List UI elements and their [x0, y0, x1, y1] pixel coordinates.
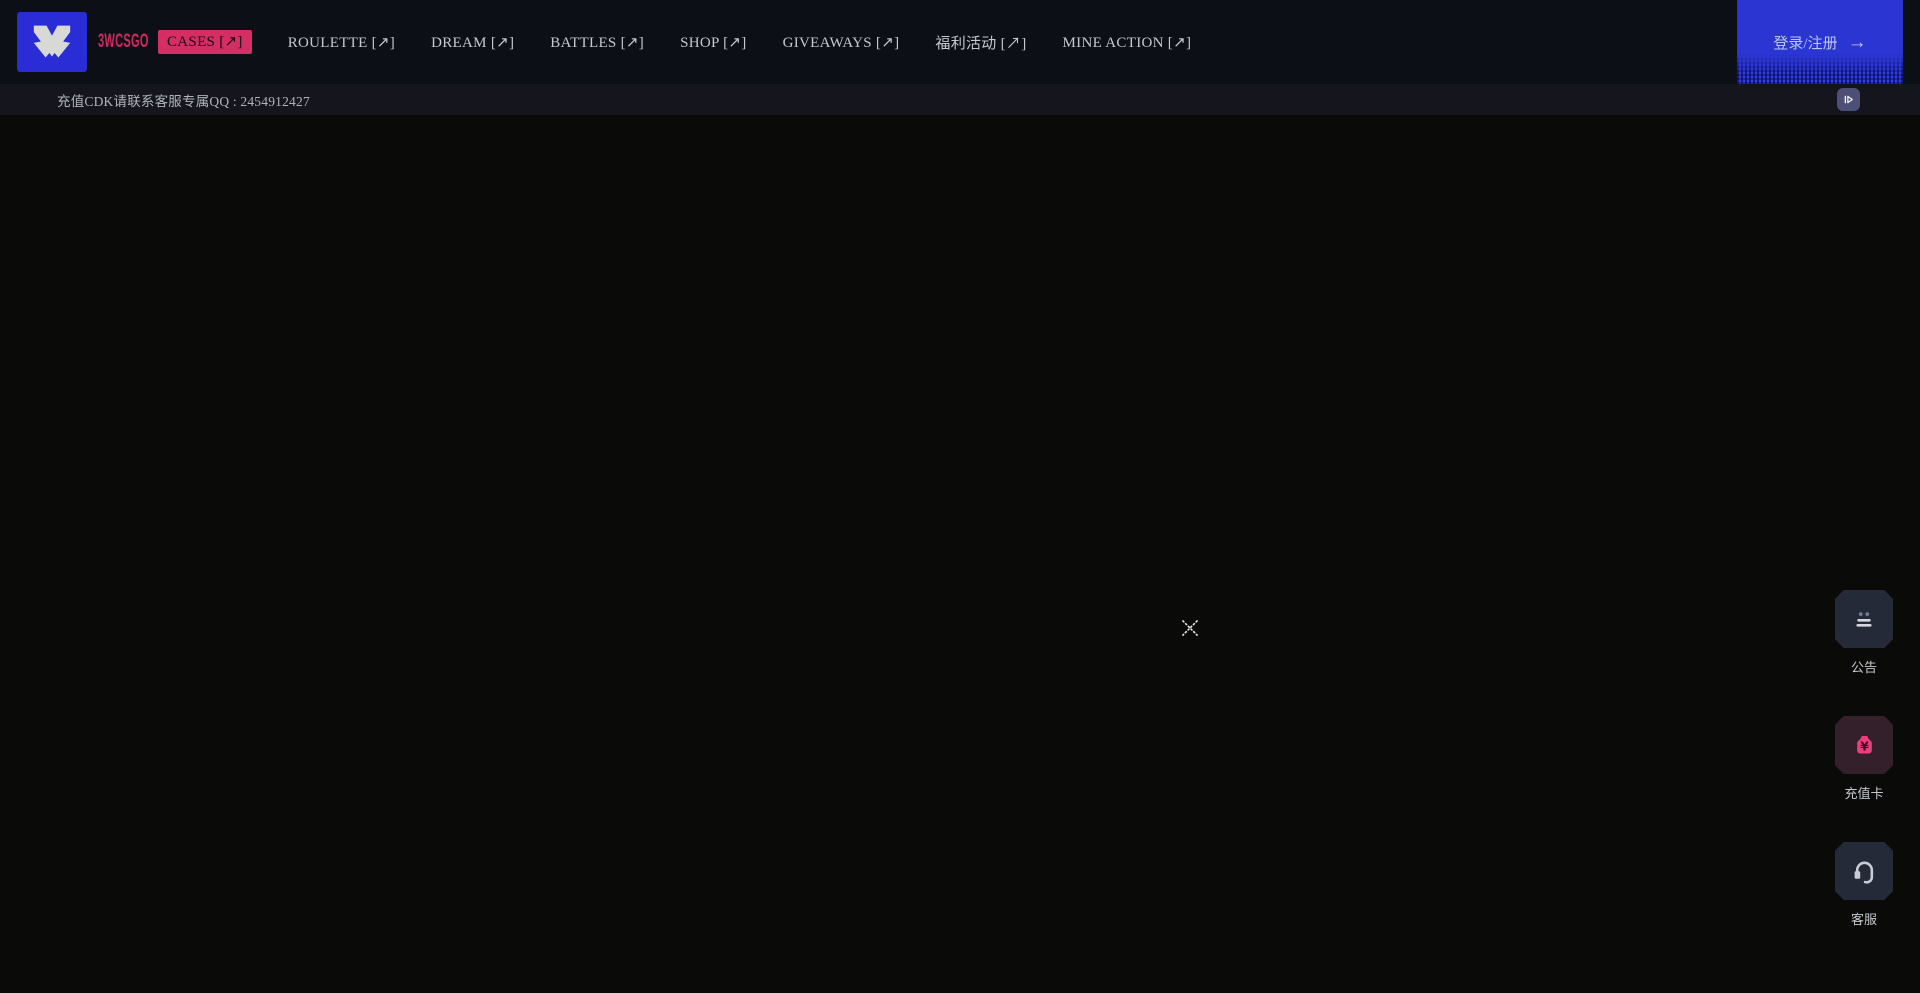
svg-text:¥: ¥ — [1860, 739, 1869, 753]
nav-item-mine-action[interactable]: MINE ACTION [↗] — [1063, 33, 1192, 52]
rail-label-support: 客服 — [1851, 909, 1877, 928]
logo-m-glyph — [30, 22, 74, 62]
nav-item-cases[interactable]: CASES [↗] — [158, 30, 252, 54]
main-content — [0, 115, 1920, 993]
rail-item-announcements: 公告 — [1832, 590, 1896, 676]
main-nav: CASES [↗] ROULETTE [↗] DREAM [↗] BATTLES… — [158, 30, 1191, 54]
login-register-label: 登录/注册 — [1773, 32, 1837, 53]
site-logo[interactable] — [17, 12, 87, 72]
floating-action-rail: 公告 ¥ 充值卡 客服 — [1832, 590, 1896, 928]
nav-item-benefits[interactable]: 福利活动 [↗] — [935, 32, 1026, 53]
rail-item-recharge: ¥ 充值卡 — [1832, 716, 1896, 802]
support-button[interactable] — [1835, 842, 1893, 900]
recharge-card-button[interactable]: ¥ — [1835, 716, 1893, 774]
announcements-button[interactable] — [1835, 590, 1893, 648]
top-nav-bar: 3WCSGO CASES [↗] ROULETTE [↗] DREAM [↗] … — [0, 0, 1920, 84]
nav-item-battles[interactable]: BATTLES [↗] — [550, 33, 644, 52]
nav-item-dream[interactable]: DREAM [↗] — [431, 33, 514, 52]
money-bag-icon: ¥ — [1851, 732, 1878, 759]
announcement-bar: 充值CDK请联系客服专属QQ : 2454912427 — [0, 84, 1920, 115]
skip-next-icon — [1841, 92, 1856, 107]
announcement-text: 充值CDK请联系客服专属QQ : 2454912427 — [57, 90, 310, 110]
headset-icon — [1851, 858, 1878, 885]
nav-item-giveaways[interactable]: GIVEAWAYS [↗] — [783, 33, 900, 52]
broken-image-icon — [1181, 619, 1199, 642]
rail-label-announcements: 公告 — [1851, 657, 1877, 676]
nav-item-roulette[interactable]: ROULETTE [↗] — [288, 33, 395, 52]
brand-text: 3WCSGO — [98, 31, 124, 53]
rail-item-support: 客服 — [1832, 842, 1896, 928]
login-register-button[interactable]: 登录/注册 → — [1737, 0, 1903, 84]
list-icon — [1851, 606, 1877, 632]
nav-item-shop[interactable]: SHOP [↗] — [680, 33, 747, 52]
rail-label-recharge: 充值卡 — [1844, 783, 1883, 802]
arrow-right-icon: → — [1848, 33, 1867, 52]
announcement-next-button[interactable] — [1837, 88, 1860, 111]
